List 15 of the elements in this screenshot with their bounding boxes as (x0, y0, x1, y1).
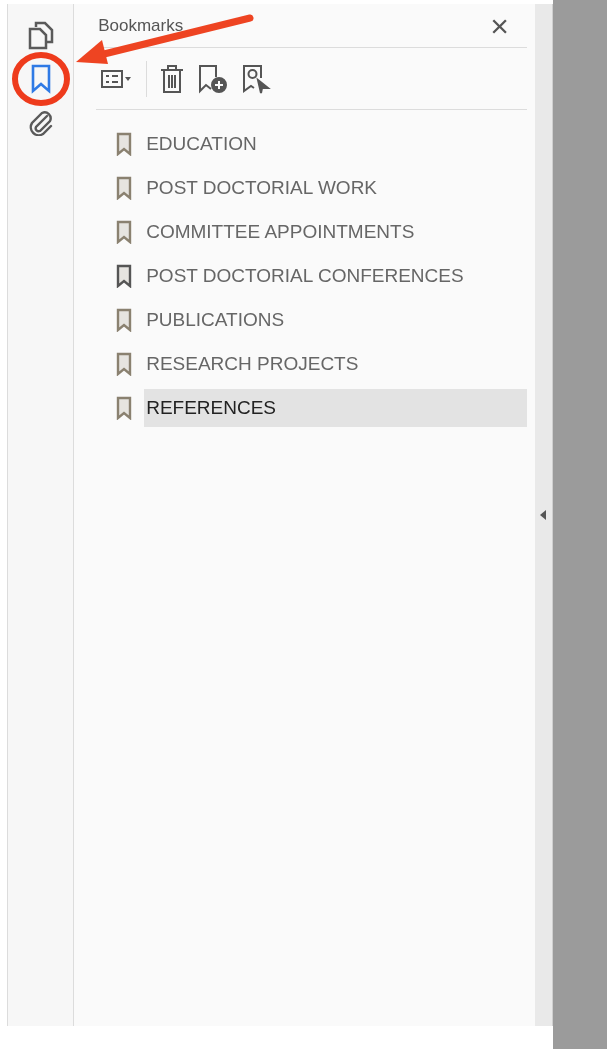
bookmark-item[interactable]: PUBLICATIONS (144, 301, 527, 339)
bookmark-item[interactable]: RESEARCH PROJECTS (144, 345, 527, 383)
bookmark-item[interactable]: POST DOCTORIAL WORK (144, 169, 527, 207)
pages-icon[interactable] (26, 20, 55, 50)
bookmark-icon[interactable] (29, 64, 52, 94)
panel-title: Bookmarks (97, 14, 184, 37)
bookmark-item[interactable]: REFERENCES (144, 389, 527, 427)
bookmark-search-icon[interactable] (241, 63, 272, 94)
close-button[interactable]: × (490, 9, 509, 42)
bookmark-item[interactable]: COMMITTEE APPOINTMENTS (144, 213, 527, 251)
bookmark-add-icon[interactable] (197, 63, 230, 94)
trash-icon[interactable] (159, 63, 186, 94)
bookmark-item[interactable]: POST DOCTORIAL CONFERENCES (144, 257, 527, 295)
collapse-arrow-icon[interactable] (540, 510, 547, 520)
bookmark-item[interactable]: EDUCATION (144, 125, 527, 163)
